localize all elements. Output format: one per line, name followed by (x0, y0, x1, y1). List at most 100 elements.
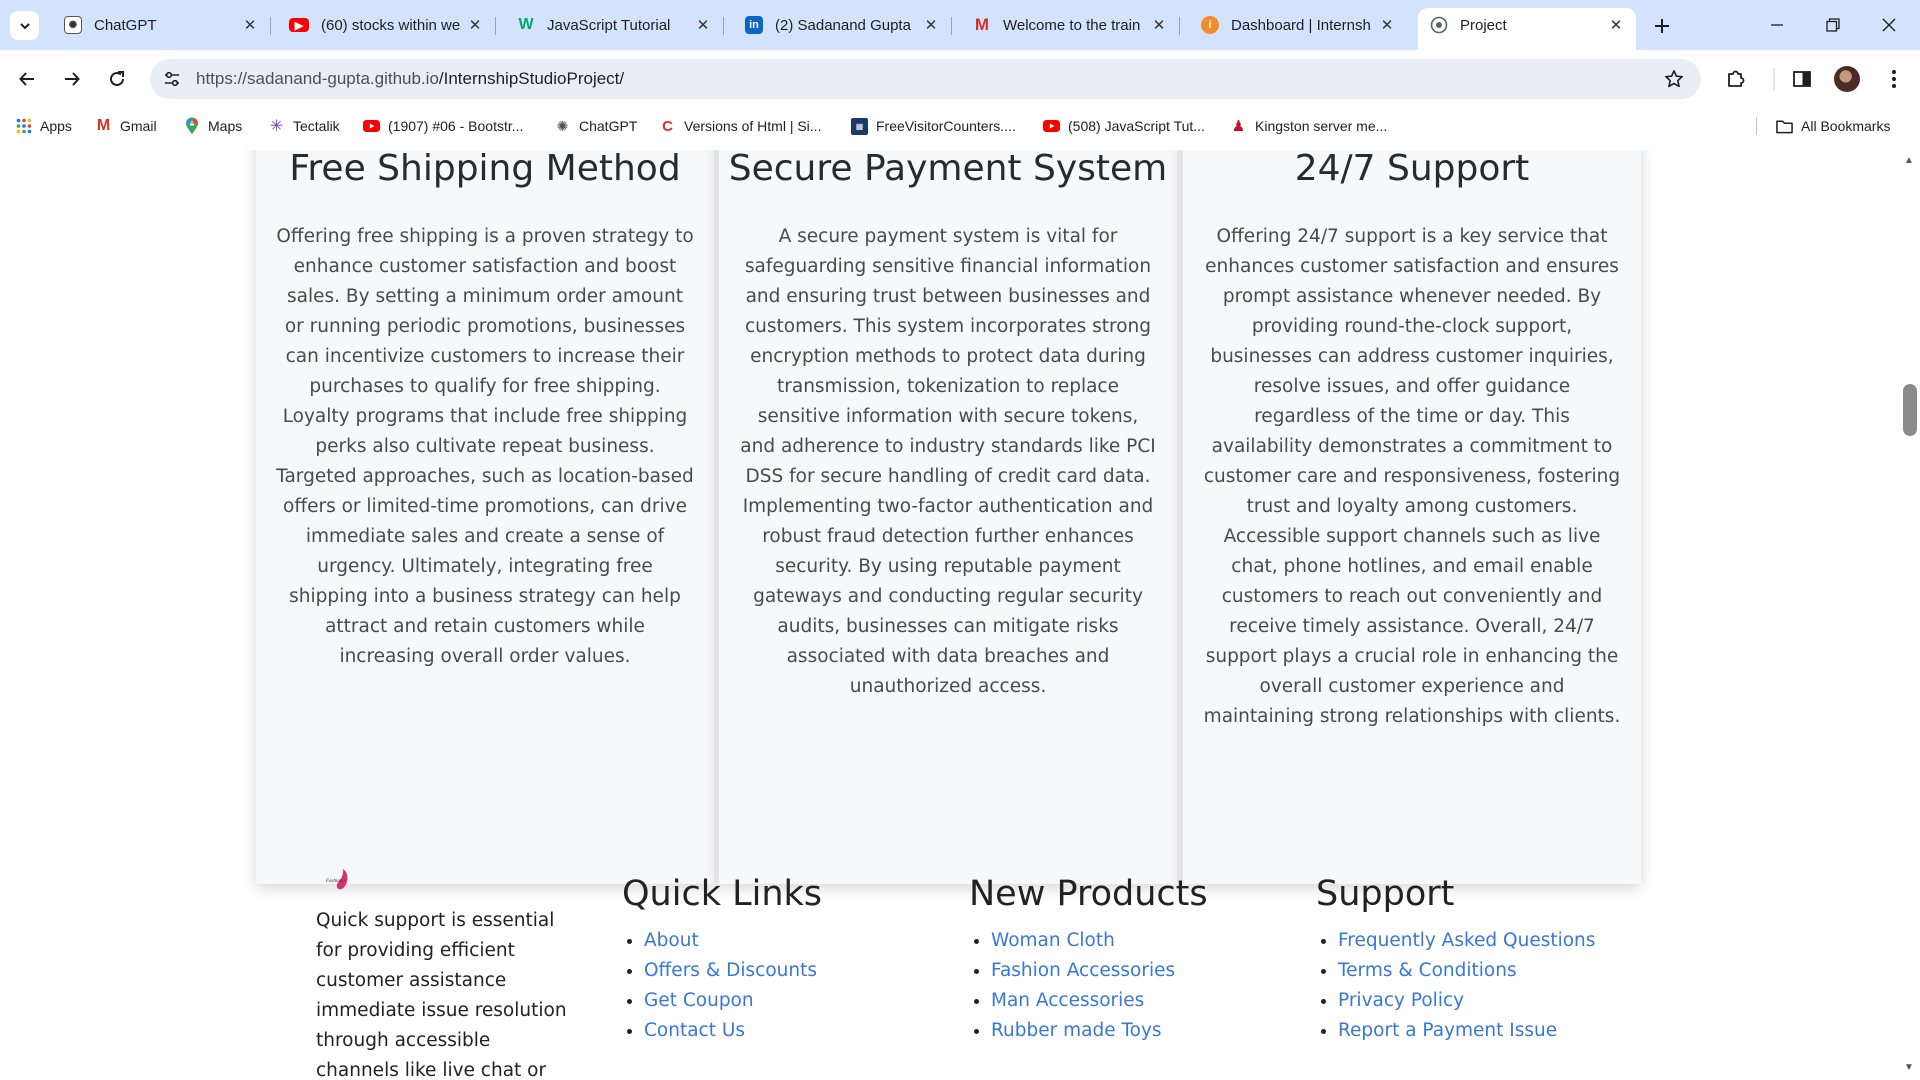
scroll-up-arrow-icon[interactable]: ▲ (1904, 155, 1914, 166)
site-info-button[interactable] (159, 66, 185, 92)
restore-button[interactable] (1810, 8, 1856, 42)
side-panel-icon (1793, 71, 1811, 87)
feature-card-shipping: Free Shipping Method Offering free shipp… (256, 150, 714, 884)
chatgpt-icon: ✺ (556, 117, 569, 134)
tab-youtube[interactable]: ▶ (60) stocks within we ✕ (277, 8, 496, 42)
bookmarks-divider (1756, 117, 1757, 135)
link-faq[interactable]: Frequently Asked Questions (1338, 930, 1595, 951)
tab-separator (951, 17, 952, 35)
footer-heading: New Products (969, 874, 1208, 914)
back-button[interactable] (12, 64, 42, 94)
list-item: Rubber made Toys (991, 1016, 1208, 1046)
kingston-icon: ♟ (1231, 118, 1246, 135)
chatgpt-icon: ✺ (64, 16, 82, 34)
bookmark-javascript-video[interactable]: (508) JavaScript Tut... (1043, 115, 1205, 137)
url-text[interactable]: https://sadanand-gupta.github.io/Interns… (196, 69, 624, 89)
bookmark-kingston[interactable]: ♟ Kingston server me... (1230, 115, 1388, 137)
url-host: https://sadanand-gupta.github.io (196, 69, 439, 88)
close-icon[interactable]: ✕ (1377, 15, 1397, 35)
fashion-logo: Fashion (325, 869, 348, 890)
bookmark-maps[interactable]: Maps (183, 115, 242, 137)
close-icon[interactable]: ✕ (465, 15, 485, 35)
link-offers[interactable]: Offers & Discounts (644, 960, 817, 981)
close-icon[interactable]: ✕ (240, 15, 260, 35)
tab-separator (495, 17, 496, 35)
footer-support: Support Frequently Asked Questions Terms… (1316, 874, 1595, 1046)
page-scrollbar[interactable] (1900, 150, 1920, 1080)
tectalik-icon: ✳ (269, 118, 284, 135)
list-item: Contact Us (644, 1016, 822, 1046)
bookmark-html-versions[interactable]: C Versions of Html | Si... (659, 115, 821, 137)
list-item: Man Accessories (991, 986, 1208, 1016)
close-icon[interactable]: ✕ (1606, 15, 1626, 35)
list-item: Fashion Accessories (991, 956, 1208, 986)
link-fashion-accessories[interactable]: Fashion Accessories (991, 960, 1175, 981)
bookmark-freevisitorcounters[interactable]: ▦ FreeVisitorCounters.... (851, 115, 1016, 137)
close-icon[interactable]: ✕ (921, 15, 941, 35)
tab-search-button[interactable] (10, 11, 39, 40)
bookmark-apps[interactable]: Apps (15, 115, 72, 137)
gmail-icon: M (96, 117, 111, 134)
profile-avatar[interactable] (1834, 66, 1860, 92)
arrow-right-icon (65, 72, 80, 86)
bookmark-label: Apps (40, 118, 72, 134)
feature-text: A secure payment system is vital for saf… (740, 226, 1156, 697)
list-item: About (644, 926, 822, 956)
feature-title: 24/7 Support (1294, 150, 1530, 189)
feature-title: Free Shipping Method (289, 150, 681, 189)
tab-separator (1179, 17, 1180, 35)
forward-button[interactable] (57, 64, 87, 94)
reload-button[interactable] (102, 64, 132, 94)
bookmark-gmail[interactable]: M Gmail (95, 115, 157, 137)
link-get-coupon[interactable]: Get Coupon (644, 990, 754, 1011)
link-rubber-toys[interactable]: Rubber made Toys (991, 1020, 1162, 1041)
list-item: Woman Cloth (991, 926, 1208, 956)
star-icon (1665, 70, 1683, 88)
bookmark-bootstrap-video[interactable]: (1907) #06 - Bootstr... (363, 115, 523, 137)
footer-about-text: Quick support is essential for providing… (316, 910, 567, 1080)
list-item: Report a Payment Issue (1338, 1016, 1595, 1046)
tab-chatgpt[interactable]: ✺ ChatGPT ✕ (52, 8, 271, 42)
close-window-button[interactable] (1866, 8, 1912, 42)
close-icon[interactable]: ✕ (693, 15, 713, 35)
link-terms[interactable]: Terms & Conditions (1338, 960, 1517, 981)
link-woman-cloth[interactable]: Woman Cloth (991, 930, 1115, 951)
tab-gmail[interactable]: M Welcome to the train ✕ (961, 8, 1180, 42)
feature-text: Offering 24/7 support is a key service t… (1203, 226, 1621, 727)
bookmark-label: (1907) #06 - Bootstr... (388, 118, 524, 134)
minimize-button[interactable] (1754, 8, 1800, 42)
close-icon[interactable]: ✕ (1149, 15, 1169, 35)
feature-text: Offering free shipping is a proven strat… (276, 226, 694, 667)
link-contact-us[interactable]: Contact Us (644, 1020, 745, 1041)
side-panel-button[interactable] (1787, 64, 1817, 94)
link-privacy[interactable]: Privacy Policy (1338, 990, 1464, 1011)
bookmark-chatgpt[interactable]: ✺ ChatGPT (554, 115, 638, 137)
maps-icon (183, 117, 200, 135)
footer-quick-links: Quick Links About Offers & Discounts Get… (622, 874, 822, 1046)
footer-link-list: About Offers & Discounts Get Coupon Cont… (622, 926, 822, 1046)
link-report-payment[interactable]: Report a Payment Issue (1338, 1020, 1557, 1041)
tab-title: Project (1460, 16, 1507, 34)
bookmark-label: ChatGPT (579, 118, 638, 134)
new-tab-button[interactable] (1649, 13, 1675, 39)
tab-w3schools[interactable]: W JavaScript Tutorial ✕ (505, 8, 724, 42)
browser-menu-button[interactable] (1879, 64, 1909, 94)
close-icon (1882, 18, 1896, 32)
tab-internshala[interactable]: i Dashboard | Internsh ✕ (1189, 8, 1407, 42)
counter-icon: ▦ (851, 117, 868, 135)
youtube-icon: ▶ (289, 18, 309, 32)
footer-link-list: Frequently Asked Questions Terms & Condi… (1316, 926, 1595, 1046)
bookmark-tectalik[interactable]: ✳ Tectalik (268, 115, 340, 137)
link-man-accessories[interactable]: Man Accessories (991, 990, 1144, 1011)
link-about[interactable]: About (644, 930, 699, 951)
extensions-button[interactable] (1721, 64, 1751, 94)
scroll-down-arrow-icon[interactable]: ▼ (1904, 1062, 1914, 1073)
scrollbar-thumb[interactable] (1903, 384, 1917, 436)
tab-linkedin[interactable]: in (2) Sadanand Gupta ✕ (733, 8, 952, 42)
all-bookmarks-button[interactable]: All Bookmarks (1776, 115, 1890, 137)
url-path: /InternshipStudioProject/ (438, 69, 625, 88)
bookmark-star-button[interactable] (1659, 64, 1689, 94)
tab-project-active[interactable]: Project ✕ (1418, 8, 1636, 50)
tab-title: ChatGPT (94, 16, 157, 34)
w3schools-icon: W (518, 16, 534, 33)
